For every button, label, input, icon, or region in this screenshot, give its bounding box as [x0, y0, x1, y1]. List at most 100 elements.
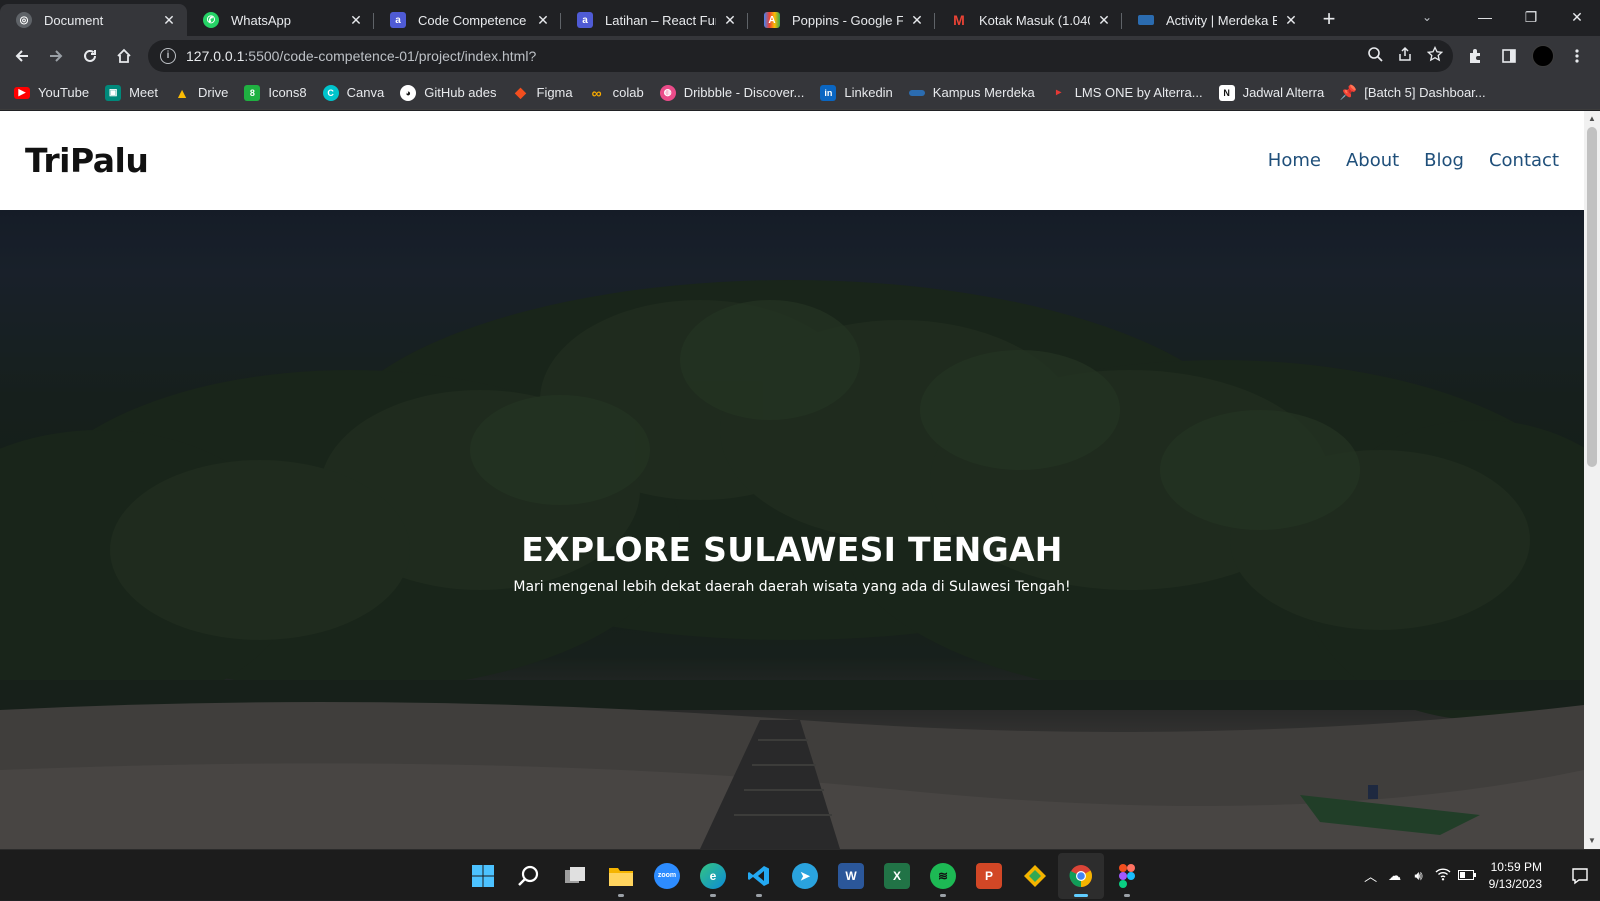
telegram-app[interactable]: ➤ — [782, 853, 828, 899]
bookmarks-bar: ▶ YouTube ▣ Meet ▲ Drive 8 Icons8 C Canva ◕ Gi… — [0, 76, 1600, 110]
scrollbar-thumb[interactable] — [1587, 127, 1597, 467]
url-host: 127.0.0.1 — [186, 48, 245, 64]
tab-close-icon[interactable]: ✕ — [722, 12, 738, 28]
edge-app[interactable]: e — [690, 853, 736, 899]
site-info-icon[interactable]: i — [160, 48, 176, 64]
spotify-app[interactable]: ≋ — [920, 853, 966, 899]
tab-close-icon[interactable]: ✕ — [348, 12, 364, 28]
tab-close-icon[interactable]: ✕ — [535, 12, 551, 28]
home-icon[interactable] — [108, 40, 140, 72]
alterra-icon: a — [390, 12, 406, 28]
restore-icon[interactable]: ❐ — [1508, 0, 1554, 34]
scroll-up-icon[interactable]: ▲ — [1584, 111, 1600, 127]
zoom-app[interactable]: zoom — [644, 853, 690, 899]
bookmark-batch5-dashboard[interactable]: 📌 [Batch 5] Dashboar... — [1340, 84, 1486, 101]
wifi-icon[interactable] — [1431, 867, 1455, 884]
url-text[interactable]: 127.0.0.1:5500/code-competence-01/projec… — [186, 48, 536, 64]
chrome-app[interactable] — [1058, 852, 1104, 899]
site-menu: Home About Blog Contact — [1268, 150, 1559, 171]
onedrive-cloud-icon[interactable]: ☁ — [1383, 868, 1407, 884]
bookmark-icons8[interactable]: 8 Icons8 — [244, 84, 307, 101]
extensions-icon[interactable] — [1458, 40, 1492, 72]
tab-latihan-react[interactable]: a Latihan – React Funda ✕ — [561, 4, 748, 36]
bookmark-label: Dribbble - Discover... — [683, 85, 805, 100]
task-view-button[interactable] — [552, 853, 598, 899]
scroll-down-icon[interactable]: ▼ — [1584, 833, 1600, 849]
tab-poppins[interactable]: A Poppins - Google Fon ✕ — [748, 4, 935, 36]
address-bar[interactable]: i 127.0.0.1:5500/code-competence-01/proj… — [148, 40, 1453, 72]
page-scrollbar[interactable]: ▲ ▼ — [1584, 111, 1600, 849]
chevron-up-icon[interactable]: ︿ — [1359, 866, 1383, 885]
back-icon[interactable] — [6, 40, 38, 72]
hero-subtitle: Mari mengenal lebih dekat daerah daerah … — [513, 579, 1071, 595]
new-tab-button[interactable]: + — [1315, 6, 1343, 34]
bookmark-github[interactable]: ◕ GitHub ades — [400, 84, 497, 101]
bookmark-kampus-merdeka[interactable]: Kampus Merdeka — [908, 85, 1035, 100]
address-bar-actions — [1367, 40, 1444, 72]
clock-time: 10:59 PM — [1490, 859, 1542, 874]
battery-icon[interactable] — [1455, 868, 1479, 883]
bookmark-meet[interactable]: ▣ Meet — [105, 84, 158, 101]
whatsapp-icon: ✆ — [203, 12, 219, 28]
window-close-icon[interactable]: ✕ — [1554, 0, 1600, 34]
bookmark-drive[interactable]: ▲ Drive — [174, 85, 228, 101]
bookmark-label: Linkedin — [844, 85, 893, 100]
share-icon[interactable] — [1397, 46, 1413, 67]
zoom-icon: zoom — [654, 862, 680, 889]
file-explorer-app[interactable] — [598, 853, 644, 899]
tab-activity[interactable]: Activity | Merdeka Bel ✕ — [1122, 4, 1309, 36]
tab-close-icon[interactable]: ✕ — [1096, 12, 1112, 28]
side-panel-icon[interactable] — [1492, 40, 1526, 72]
minimize-icon[interactable]: — — [1462, 0, 1508, 34]
volume-icon[interactable]: 🔊︎ — [1407, 868, 1431, 884]
forward-icon[interactable] — [40, 40, 72, 72]
tab-search-icon[interactable]: ⌄ — [1412, 10, 1442, 24]
git-tool-app[interactable] — [1012, 853, 1058, 899]
nav-link-home[interactable]: Home — [1268, 150, 1321, 171]
search-button[interactable] — [506, 853, 552, 899]
running-indicator — [710, 893, 716, 897]
bookmark-canva[interactable]: C Canva — [322, 84, 385, 101]
bookmark-figma[interactable]: ◆ Figma — [513, 84, 573, 101]
nav-link-blog[interactable]: Blog — [1424, 150, 1464, 171]
reload-icon[interactable] — [74, 40, 106, 72]
alterra-icon: a — [577, 12, 593, 28]
hero-section: EXPLORE SULAWESI TENGAH Mari mengenal le… — [0, 210, 1584, 849]
tab-document[interactable]: ◎ Document ✕ — [0, 4, 187, 36]
tab-close-icon[interactable]: ✕ — [909, 12, 925, 28]
notification-center-icon[interactable] — [1560, 850, 1600, 901]
vscode-app[interactable] — [736, 853, 782, 899]
bookmark-jadwal-alterra[interactable]: N Jadwal Alterra — [1218, 84, 1324, 101]
word-app[interactable]: W — [828, 853, 874, 899]
bookmark-star-icon[interactable] — [1426, 45, 1444, 67]
tab-whatsapp[interactable]: ✆ WhatsApp ✕ — [187, 4, 374, 36]
nav-link-contact[interactable]: Contact — [1489, 150, 1559, 171]
powerpoint-app[interactable]: P — [966, 853, 1012, 899]
figma-app[interactable] — [1104, 853, 1150, 899]
tab-title: Code Competence Kl — [418, 12, 529, 28]
icons8-icon: 8 — [244, 84, 261, 101]
bookmark-youtube[interactable]: ▶ YouTube — [14, 85, 89, 100]
bookmark-lms-one[interactable]: ▸ LMS ONE by Alterra... — [1051, 85, 1202, 101]
tab-close-icon[interactable]: ✕ — [161, 12, 177, 28]
window-controls: ⌄ — ❐ ✕ — [1412, 0, 1600, 34]
zoom-icon[interactable] — [1367, 46, 1383, 67]
system-tray: ︿ ☁ 🔊︎ 10:59 PM 9/13/2023 — [1359, 850, 1600, 901]
nav-link-about[interactable]: About — [1346, 150, 1399, 171]
tab-close-icon[interactable]: ✕ — [1283, 12, 1299, 28]
excel-app[interactable]: X — [874, 853, 920, 899]
clock[interactable]: 10:59 PM 9/13/2023 — [1489, 859, 1542, 893]
bookmark-colab[interactable]: ∞ colab — [589, 85, 644, 101]
site-logo[interactable]: TriPalu — [25, 141, 149, 180]
bookmark-dribbble[interactable]: ◍ Dribbble - Discover... — [659, 84, 805, 101]
profile-avatar[interactable] — [1526, 40, 1560, 72]
word-icon: W — [838, 862, 864, 889]
kampus-merdeka-icon — [908, 89, 925, 96]
start-button[interactable] — [460, 853, 506, 899]
tab-code-competence[interactable]: a Code Competence Kl ✕ — [374, 4, 561, 36]
spotify-icon: ≋ — [930, 862, 956, 889]
menu-kebab-icon[interactable] — [1560, 40, 1594, 72]
tab-gmail[interactable]: M Kotak Masuk (1.040) ✕ — [935, 4, 1122, 36]
bookmark-linkedin[interactable]: in Linkedin — [820, 84, 893, 101]
bookmark-label: Canva — [346, 85, 385, 100]
